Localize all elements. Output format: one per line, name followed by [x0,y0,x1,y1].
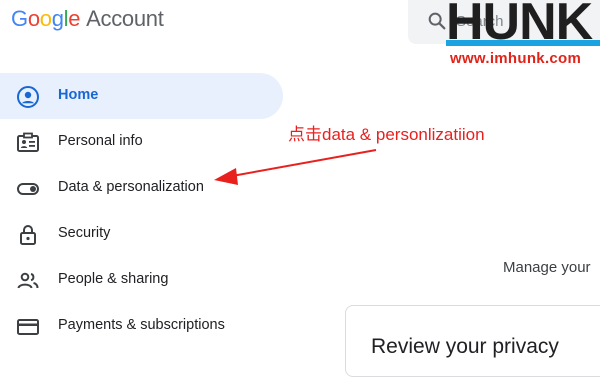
watermark-url: www.imhunk.com [450,50,582,67]
manage-account-text: Manage your [503,259,591,276]
sidebar-item-label: People & sharing [58,271,169,287]
logo-letter: o [27,6,40,31]
id-card-icon [17,132,39,152]
people-icon [17,272,39,289]
sidebar-item-security[interactable]: Security [0,211,283,257]
credit-card-icon [17,319,39,335]
logo-account-text: Account [86,6,164,31]
sidebar-item-personal-info[interactable]: Personal info [0,119,283,165]
sidebar-item-label: Security [58,225,111,241]
lock-icon [20,225,36,245]
privacy-card-title: Review your privacy [371,335,559,358]
logo-letter: G [11,6,28,31]
watermark-bar [446,40,600,46]
sidebar-item-label: Home [58,87,99,103]
watermark-logo: HUNK www.imhunk.com [446,0,600,70]
privacy-card[interactable]: Review your privacy [345,305,600,377]
sidebar-item-data-personalization[interactable]: Data & personalization [0,165,283,211]
logo-letter: e [68,6,81,31]
account-circle-icon [17,86,39,108]
annotation-text: 点击data & personlizatiion [288,125,485,144]
sidebar-item-label: Payments & subscriptions [58,317,225,333]
sidebar-nav: Home Personal info Data & personalizatio… [0,73,283,349]
sidebar-item-people-sharing[interactable]: People & sharing [0,257,283,303]
sidebar-item-payments-subscriptions[interactable]: Payments & subscriptions [0,303,283,349]
logo-letter: g [51,6,64,31]
sidebar-item-label: Data & personalization [58,179,204,195]
search-icon[interactable] [426,10,448,32]
sidebar-item-home[interactable]: Home [0,73,283,119]
toggle-icon [17,183,39,195]
google-account-logo[interactable]: Google Account [11,6,164,36]
sidebar-item-label: Personal info [58,133,143,149]
logo-letter: o [39,6,52,31]
